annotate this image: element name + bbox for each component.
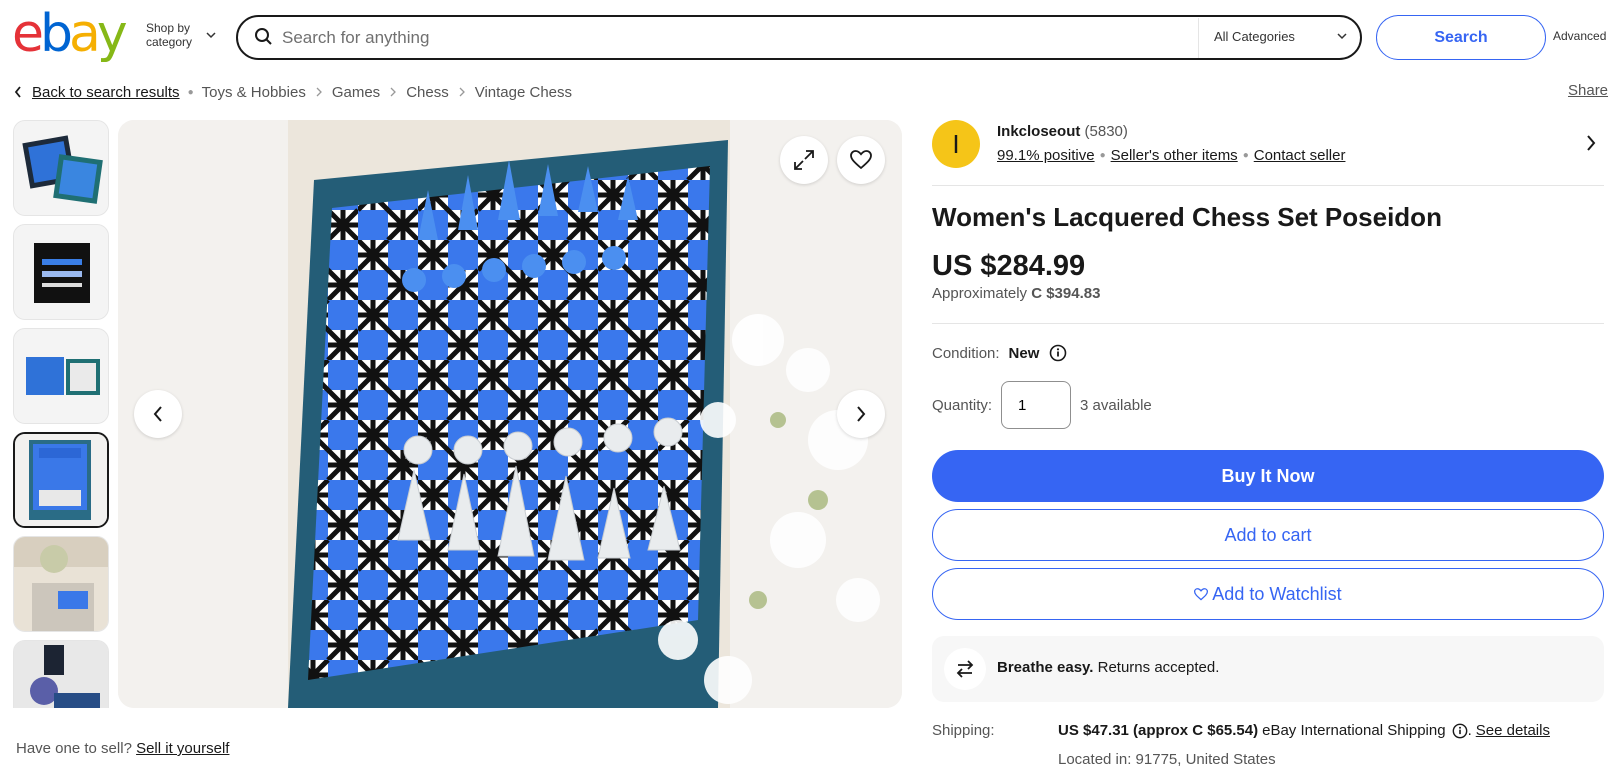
quantity-row: Quantity: 3 available (932, 381, 1152, 429)
seller-name-line: Inkcloseout (5830) (997, 123, 1128, 140)
divider (932, 323, 1604, 324)
breadcrumb-item[interactable]: Chess (406, 84, 449, 101)
feedback-count: (5830) (1084, 123, 1128, 140)
category-select[interactable]: All Categories (1214, 29, 1295, 44)
breadcrumb-item[interactable]: Games (332, 84, 380, 101)
search-bar: All Categories (236, 15, 1362, 60)
thumbnail-image[interactable] (13, 536, 109, 632)
back-to-search-link[interactable]: Back to search results (14, 84, 180, 101)
info-icon[interactable] (1452, 723, 1468, 739)
seller-other-items-link[interactable]: Seller's other items (1111, 147, 1238, 164)
main-product-image[interactable] (118, 120, 902, 708)
breadcrumb-item[interactable]: Toys & Hobbies (202, 84, 306, 101)
buy-it-now-button[interactable]: Buy It Now (932, 450, 1604, 502)
shipping-label: Shipping: (932, 722, 995, 739)
positive-feedback-link[interactable]: 99.1% positive (997, 147, 1095, 164)
chevron-right-icon (390, 87, 397, 97)
thumbnail-image-selected[interactable] (13, 432, 109, 528)
available-count: 3 available (1080, 396, 1152, 414)
returns-bold: Breathe easy. (997, 659, 1094, 676)
shop-by-category-button[interactable]: Shop by category (146, 21, 226, 53)
chevron-right-icon (857, 406, 866, 422)
chess-table-thumbnail-image (14, 641, 108, 708)
quantity-label: Quantity: (932, 396, 993, 414)
add-to-cart-button[interactable]: Add to cart (932, 509, 1604, 561)
chevron-left-icon (14, 86, 21, 98)
returns-icon-wrap (944, 648, 986, 690)
chess-boards-thumbnail-image (14, 329, 108, 423)
approx-label: Approximately (932, 285, 1028, 302)
quantity-input[interactable] (1001, 381, 1072, 429)
shipping-cost: US $47.31 (approx C $65.54) (1058, 722, 1259, 739)
chess-case-thumbnail-image (14, 225, 108, 319)
chevron-right-icon (459, 87, 465, 97)
heart-icon (850, 150, 872, 170)
add-to-watchlist-label: Add to Watchlist (1212, 583, 1342, 604)
sell-question: Have one to sell? (16, 740, 132, 757)
expand-icon (794, 150, 814, 170)
breadcrumb: Back to search results ● Toys & Hobbies … (14, 82, 572, 102)
chess-board-thumbnail-image (14, 121, 108, 215)
search-button[interactable]: Search (1376, 15, 1546, 60)
separator-dot: ● (187, 86, 194, 98)
separator-dot: ● (1099, 150, 1106, 161)
previous-image-button[interactable] (134, 390, 182, 438)
condition-label: Condition: (932, 344, 1000, 362)
sell-it-yourself-link[interactable]: Sell it yourself (136, 740, 229, 757)
item-location: Located in: 91775, United States (1058, 751, 1276, 768)
ebay-logo[interactable]: ebay (12, 8, 132, 60)
chevron-right-icon (316, 87, 322, 97)
chess-room-thumbnail-image (14, 537, 108, 631)
search-input[interactable] (282, 25, 1182, 51)
heart-icon (1194, 587, 1209, 600)
thumbnail-image[interactable] (13, 328, 109, 424)
see-details-link[interactable]: See details (1476, 722, 1550, 739)
returns-arrows-icon (956, 660, 974, 678)
add-to-watchlist-button[interactable]: Add to Watchlist (932, 568, 1604, 620)
thumbnail-image[interactable] (13, 224, 109, 320)
chevron-down-icon (1337, 33, 1347, 40)
chevron-left-icon (153, 406, 162, 422)
info-icon[interactable] (1049, 344, 1067, 362)
share-link[interactable]: Share (1568, 82, 1608, 99)
sell-it-yourself-line: Have one to sell? Sell it yourself (16, 740, 229, 757)
condition-value: New (1008, 344, 1040, 362)
seller-avatar: I (932, 120, 980, 168)
chevron-down-icon (206, 32, 216, 39)
seller-card[interactable]: I Inkcloseout (5830) 99.1% positive ● Se… (932, 120, 1604, 186)
returns-text: Breathe easy. Returns accepted. (997, 659, 1219, 676)
separator-dot: ● (1242, 150, 1249, 161)
approx-price: Approximately C $394.83 (932, 285, 1100, 302)
shipping-line: US $47.31 (approx C $65.54) eBay Interna… (1058, 722, 1550, 739)
breadcrumb-item[interactable]: Vintage Chess (475, 84, 572, 101)
seller-name: Inkcloseout (997, 123, 1081, 140)
next-image-button[interactable] (837, 390, 885, 438)
back-to-search-label: Back to search results (32, 83, 180, 101)
listing-title: Women's Lacquered Chess Set Poseidon (932, 202, 1442, 232)
seller-links: 99.1% positive ● Seller's other items ● … (997, 147, 1345, 164)
chess-set-thumbnail-image (15, 434, 107, 526)
chess-set-main-image (118, 120, 902, 708)
search-icon (255, 28, 272, 45)
expand-image-button[interactable] (780, 136, 828, 184)
thumbnail-image[interactable] (13, 120, 109, 216)
chevron-right-icon (1587, 135, 1596, 151)
thumbnail-strip (13, 120, 109, 708)
watch-heart-button[interactable] (837, 136, 885, 184)
advanced-search-link[interactable]: Advanced (1553, 29, 1606, 43)
period: . (1467, 722, 1472, 739)
approx-value: C $394.83 (1031, 285, 1101, 302)
shipping-service: eBay International Shipping (1262, 722, 1446, 739)
thumbnail-image[interactable] (13, 640, 109, 708)
contact-seller-link[interactable]: Contact seller (1254, 147, 1346, 164)
condition-row: Condition: New (932, 344, 1067, 362)
returns-banner: Breathe easy. Returns accepted. (932, 636, 1604, 702)
price: US $284.99 (932, 250, 1086, 282)
search-divider (1198, 18, 1199, 58)
returns-message: Returns accepted. (1097, 659, 1220, 676)
